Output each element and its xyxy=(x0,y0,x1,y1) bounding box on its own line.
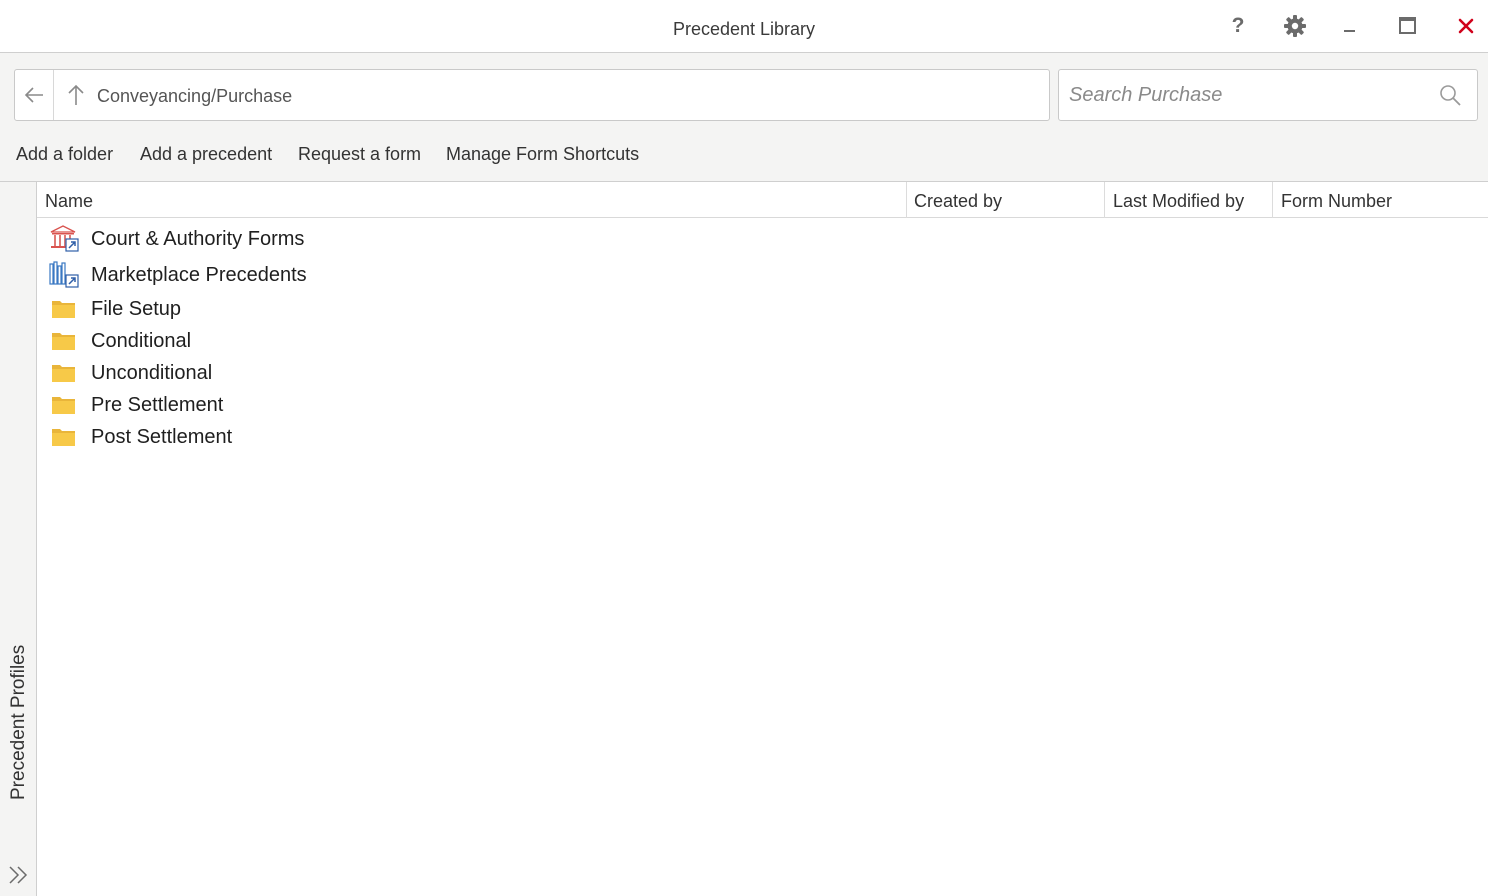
help-icon: ? xyxy=(1231,14,1245,37)
list-item[interactable]: Pre Settlement xyxy=(37,388,1488,420)
back-button[interactable] xyxy=(15,70,54,120)
search-icon[interactable] xyxy=(1438,83,1462,107)
title-bar: Precedent Library ? xyxy=(0,0,1488,53)
expand-panel-icon[interactable] xyxy=(6,862,32,888)
list-item-label: Marketplace Precedents xyxy=(91,264,307,286)
list-item-label: File Setup xyxy=(91,298,182,320)
list-item[interactable]: Post Settlement xyxy=(37,420,1488,452)
close-button[interactable] xyxy=(1448,10,1484,42)
add-precedent-button[interactable]: Add a precedent xyxy=(140,144,272,165)
list-item[interactable]: Conditional xyxy=(37,324,1488,356)
help-button[interactable]: ? xyxy=(1220,10,1256,42)
precedent-grid: Name Created by Last Modified by Form Nu… xyxy=(37,181,1488,896)
column-header-form-number[interactable]: Form Number xyxy=(1273,182,1488,218)
gear-icon xyxy=(1284,15,1306,37)
path-bar: Conveyancing/Purchase xyxy=(14,69,1050,121)
current-path[interactable]: Conveyancing/Purchase xyxy=(97,86,292,107)
up-folder-button[interactable] xyxy=(61,70,91,120)
request-form-button[interactable]: Request a form xyxy=(298,144,421,165)
back-arrow-icon xyxy=(24,87,43,103)
window-title: Precedent Library xyxy=(672,19,816,39)
search-input[interactable] xyxy=(1069,80,1429,110)
court-shortcut-icon xyxy=(50,225,79,252)
settings-button[interactable] xyxy=(1277,10,1313,42)
folder-icon xyxy=(52,429,75,446)
list-item[interactable]: Court & Authority Forms xyxy=(37,222,1488,254)
list-item-label: Unconditional xyxy=(91,362,213,384)
maximize-button[interactable] xyxy=(1390,10,1426,42)
precedent-library-window: Precedent Library ? Conveyancing/Purchas… xyxy=(0,0,1488,896)
folder-icon xyxy=(52,397,75,414)
list-item[interactable]: File Setup xyxy=(37,292,1488,324)
up-arrow-icon xyxy=(68,84,84,105)
list-item-label: Court & Authority Forms xyxy=(91,228,305,250)
folder-icon xyxy=(52,365,75,382)
list-item[interactable]: Marketplace Precedents xyxy=(37,258,1488,290)
list-item-label: Post Settlement xyxy=(91,426,233,448)
precedent-profiles-label[interactable]: Precedent Profiles xyxy=(8,630,30,800)
column-header-name[interactable]: Name xyxy=(37,182,907,218)
list-item[interactable]: Unconditional xyxy=(37,356,1488,388)
maximize-icon xyxy=(1399,17,1416,34)
folder-icon xyxy=(52,301,75,318)
minimize-icon xyxy=(1344,30,1355,32)
manage-form-shortcuts-button[interactable]: Manage Form Shortcuts xyxy=(446,144,639,165)
column-header-created-by[interactable]: Created by xyxy=(906,182,1105,218)
minimize-button[interactable] xyxy=(1332,10,1368,42)
precedent-profiles-panel[interactable]: Precedent Profiles xyxy=(0,181,37,896)
folder-icon xyxy=(52,333,75,350)
grid-header: Name Created by Last Modified by Form Nu… xyxy=(37,182,1488,218)
list-item-label: Pre Settlement xyxy=(91,394,224,416)
list-item-label: Conditional xyxy=(91,330,192,352)
marketplace-shortcut-icon xyxy=(49,261,79,288)
search-box xyxy=(1058,69,1478,121)
action-toolbar: Add a folder Add a precedent Request a f… xyxy=(0,140,1000,170)
close-icon xyxy=(1458,18,1474,34)
column-header-last-modified-by[interactable]: Last Modified by xyxy=(1105,182,1273,218)
add-folder-button[interactable]: Add a folder xyxy=(16,144,113,165)
